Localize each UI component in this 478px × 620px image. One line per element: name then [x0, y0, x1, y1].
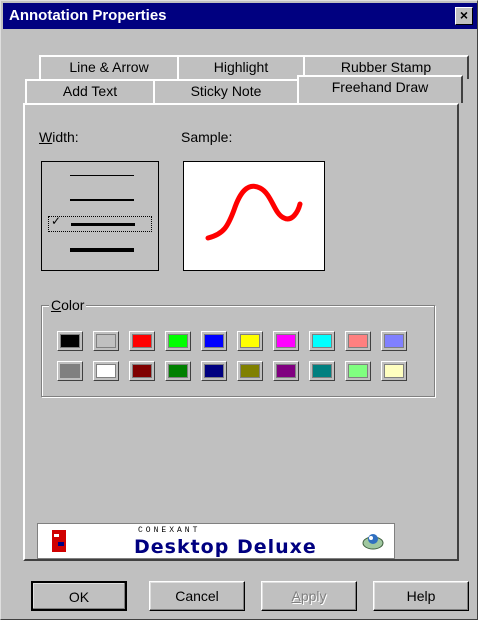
globe-icon — [362, 534, 384, 550]
swatch-fill — [384, 334, 404, 348]
swatch-fill — [348, 334, 368, 348]
tab-freehand-draw[interactable]: Freehand Draw — [297, 75, 463, 103]
swatch-fill — [96, 364, 116, 378]
swatch-fill — [60, 334, 80, 348]
color-swatch[interactable] — [165, 361, 191, 381]
ok-button[interactable]: OK — [31, 581, 127, 611]
swatch-fill — [312, 364, 332, 378]
color-swatch[interactable] — [201, 361, 227, 381]
tab-line-arrow[interactable]: Line & Arrow — [39, 55, 179, 79]
width-option-1[interactable] — [48, 168, 152, 184]
color-swatch[interactable] — [201, 331, 227, 351]
tab-sticky-note[interactable]: Sticky Note — [153, 79, 299, 103]
swatch-fill — [348, 364, 368, 378]
title-bar[interactable]: Annotation Properties × — [3, 3, 477, 29]
width-option-4[interactable] — [48, 242, 152, 258]
width-option-3[interactable]: ✓ — [48, 214, 152, 232]
help-button[interactable]: Help — [373, 581, 469, 611]
color-swatch[interactable] — [93, 361, 119, 381]
tab-label: Freehand Draw — [331, 79, 429, 95]
swatch-fill — [168, 334, 188, 348]
tab-label: Rubber Stamp — [340, 59, 432, 75]
line-sample — [70, 175, 134, 176]
sample-preview — [183, 161, 325, 271]
tab-label: Line & Arrow — [69, 59, 149, 75]
document-icon — [52, 530, 66, 552]
width-label: Width: — [39, 129, 79, 145]
color-swatch[interactable] — [381, 361, 407, 381]
tab-highlight[interactable]: Highlight — [177, 55, 305, 79]
line-sample — [71, 223, 135, 226]
swatch-fill — [240, 334, 260, 348]
swatch-fill — [276, 334, 296, 348]
color-swatch[interactable] — [129, 331, 155, 351]
tab-add-text[interactable]: Add Text — [25, 79, 155, 103]
color-swatch[interactable] — [273, 361, 299, 381]
brand-title: Desktop Deluxe — [134, 536, 317, 558]
color-swatch[interactable] — [57, 361, 83, 381]
close-icon: × — [459, 7, 469, 23]
swatch-fill — [60, 364, 80, 378]
apply-button[interactable]: Apply — [261, 581, 357, 611]
color-swatch[interactable] — [273, 331, 299, 351]
swatch-fill — [132, 334, 152, 348]
color-swatch[interactable] — [309, 361, 335, 381]
swatch-fill — [312, 334, 332, 348]
swatch-fill — [96, 334, 116, 348]
width-option-2[interactable] — [48, 192, 152, 208]
tab-label: Highlight — [213, 59, 269, 75]
color-swatch[interactable] — [381, 331, 407, 351]
color-swatch[interactable] — [237, 361, 263, 381]
color-swatch[interactable] — [309, 331, 335, 351]
color-swatch[interactable] — [237, 331, 263, 351]
cancel-button[interactable]: Cancel — [149, 581, 245, 611]
swatch-fill — [132, 364, 152, 378]
dialog-window: Annotation Properties × Line & Arrow Hig… — [0, 0, 478, 620]
color-swatch[interactable] — [165, 331, 191, 351]
close-button[interactable]: × — [455, 7, 473, 25]
color-group — [41, 305, 435, 397]
swatch-fill — [240, 364, 260, 378]
tab-label: Sticky Note — [190, 83, 262, 99]
line-sample — [70, 248, 134, 252]
sample-squiggle — [205, 183, 303, 241]
sample-label: Sample: — [181, 129, 233, 145]
window-title: Annotation Properties — [9, 7, 167, 24]
color-swatch[interactable] — [129, 361, 155, 381]
swatch-fill — [276, 364, 296, 378]
brand-banner: CONEXANT Desktop Deluxe — [37, 523, 395, 559]
line-sample — [70, 199, 134, 201]
width-selector[interactable]: ✓ — [41, 161, 159, 271]
color-label: Color — [49, 297, 87, 313]
swatch-fill — [384, 364, 404, 378]
freehand-draw-panel: Width: Sample: ✓ Color CONEXANT Desktop … — [23, 103, 459, 561]
swatch-fill — [204, 364, 224, 378]
color-swatch[interactable] — [345, 361, 371, 381]
color-swatch[interactable] — [345, 331, 371, 351]
tab-label: Add Text — [62, 83, 118, 99]
swatch-fill — [168, 364, 188, 378]
swatch-fill — [204, 334, 224, 348]
color-swatch[interactable] — [93, 331, 119, 351]
color-swatch[interactable] — [57, 331, 83, 351]
brand-subtitle: CONEXANT — [138, 526, 201, 535]
check-icon: ✓ — [51, 214, 62, 228]
